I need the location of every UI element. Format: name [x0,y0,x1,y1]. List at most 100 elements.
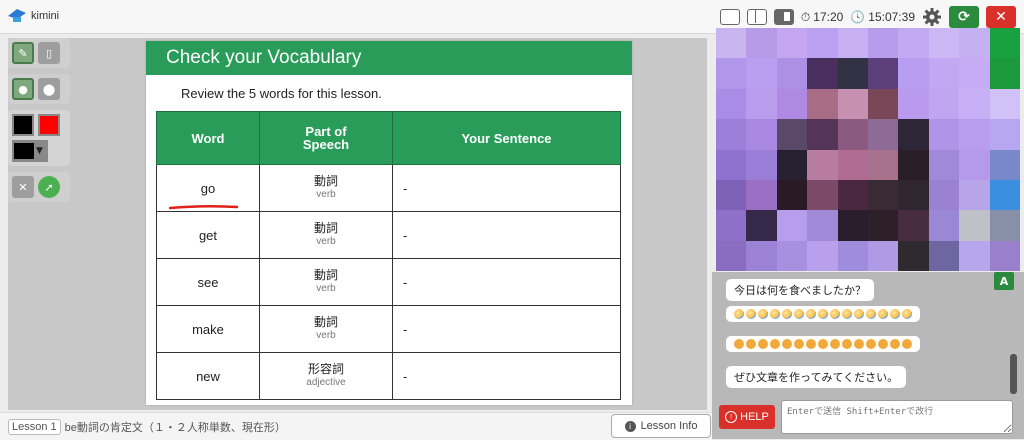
video-pixel [746,58,777,89]
video-pixel [989,179,1020,211]
table-header: Word Part of Speech Your Sentence [156,111,621,165]
header-pos: Part of Speech [259,111,393,165]
video-pixel [776,58,808,89]
layout-side-icon[interactable] [773,9,794,25]
refresh-icon: ⟳ [958,9,970,25]
video-pixel [959,149,990,180]
video-pixel [776,149,808,180]
video-pixel [837,88,868,120]
video-pixel [807,240,838,271]
video-pixel [867,119,899,150]
emoji-icon [734,309,744,319]
video-pixel [928,58,960,89]
video-pixel [776,28,808,59]
pen-icon[interactable]: ✎ [12,42,34,64]
arrow-icon[interactable]: ➚ [38,176,60,198]
emoji-icon [806,309,816,319]
close-icon: ✕ [995,9,1007,25]
color-picker-dropdown[interactable]: ▼ [12,140,48,162]
emoji-icon [818,309,828,319]
large-dot-icon[interactable]: ⬤ [38,78,60,100]
sentence-cell[interactable]: - [392,305,621,353]
emoji-icon [830,339,840,349]
video-pixel [959,179,990,211]
emoji-icon [866,309,876,319]
video-pixel [716,119,747,150]
help-button[interactable]: ! HELP [719,405,775,429]
logo-text: kimini [31,10,60,22]
video-pixel [716,210,747,241]
lesson-info-button[interactable]: i Lesson Info [611,414,711,438]
video-pixel [867,58,899,89]
emoji-icon [770,339,780,349]
layout-split-icon[interactable] [746,9,767,25]
color-black-swatch[interactable] [12,114,34,136]
emoji-icon [854,339,864,349]
layout-single-icon[interactable] [719,9,740,25]
table-row: make 動詞 verb - [156,305,621,353]
video-pixel [989,149,1020,180]
emoji-icon [818,339,828,349]
emoji-icon [902,339,912,349]
font-size-toggle[interactable]: A [994,272,1014,290]
vocabulary-card: Check your Vocabulary Review the 5 words… [146,41,632,405]
chat-input[interactable] [781,400,1013,434]
video-pixel [807,58,838,89]
emoji-icon [794,339,804,349]
video-pixel [776,179,808,211]
chat-message-emoji [726,336,920,352]
video-pixel [807,210,838,241]
drawing-toolbar: ✎ ▯ ● ⬤ ▼ ✕ ➚ [8,38,70,208]
video-pixel [807,149,838,180]
video-pixel [837,179,868,211]
lesson-info-label: Lesson Info [640,420,698,432]
color-red-swatch[interactable] [38,114,60,136]
pos-japanese: 動詞 [313,268,338,282]
video-pixel [807,179,838,211]
refresh-button[interactable]: ⟳ [949,6,979,28]
sentence-cell[interactable]: - [392,352,621,400]
sentence-cell[interactable]: - [392,164,621,212]
video-pixel [898,28,929,59]
clear-icon[interactable]: ✕ [12,176,34,198]
emoji-icon [746,339,756,349]
video-pixel [746,119,777,150]
gear-icon[interactable] [922,7,942,27]
word-cell: get [156,211,260,259]
video-pixel [959,210,990,241]
chat-scrollbar[interactable] [1010,354,1017,394]
eraser-icon[interactable]: ▯ [38,42,60,64]
chat-message: 今日は何を食べましたか？ [726,279,874,301]
pixelated-video-feed [716,28,1020,271]
video-pixel [837,58,868,89]
emoji-icon [878,339,888,349]
session-clock-value: 15:07:39 [868,10,915,24]
card-title: Check your Vocabulary [146,41,632,75]
pos-cell: 形容詞 adjective [259,352,393,400]
small-dot-icon[interactable]: ● [12,78,34,100]
lesson-name: be動詞の肯定文（１・２人称単数、現在形） [64,422,286,434]
word-cell: new [156,352,260,400]
close-button[interactable]: ✕ [986,6,1016,28]
video-pixel [837,240,868,271]
pos-cell: 動詞 verb [259,164,393,212]
emoji-icon [746,309,756,319]
video-pixel [959,240,990,271]
blushing-face-icon [734,309,912,319]
sentence-cell[interactable]: - [392,211,621,259]
vocabulary-table: Word Part of Speech Your Sentence go 動詞 v… [156,111,621,400]
video-pixel [867,179,899,211]
video-pixel [837,28,868,59]
video-pixel [959,28,990,59]
video-pixel [776,210,808,241]
pos-english: verb [316,283,336,294]
video-pixel [807,119,838,150]
pos-english: verb [316,330,336,341]
emoji-icon [806,339,816,349]
pos-cell: 動詞 verb [259,211,393,259]
sentence-cell[interactable]: - [392,258,621,306]
stopwatch-icon: ⏱ [800,9,811,24]
video-pixel [776,119,808,150]
video-pixel [989,240,1020,271]
emoji-icon [890,339,900,349]
